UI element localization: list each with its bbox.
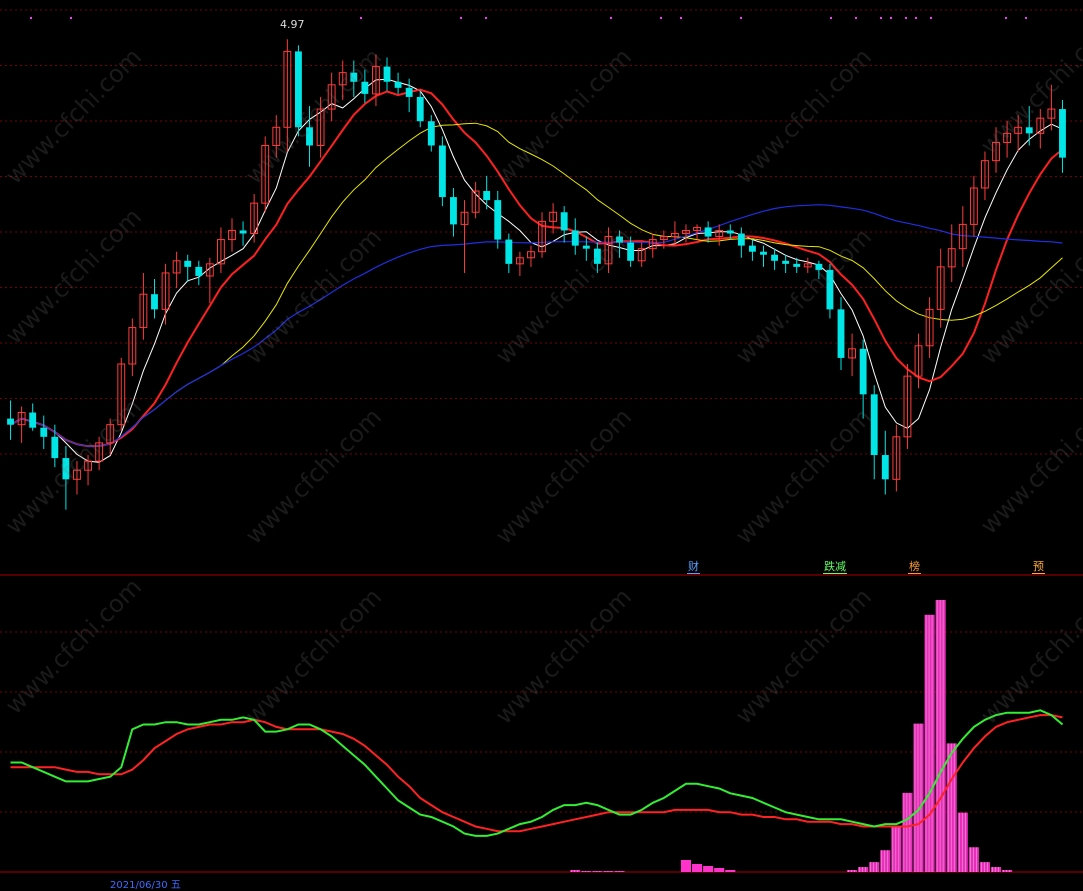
candle-body-down (7, 418, 14, 425)
candle-body-down (593, 248, 601, 264)
top-marker-dot (1005, 17, 1007, 19)
candle-body-down (294, 51, 302, 128)
event-tag-rank[interactable]: 榜 (908, 560, 921, 574)
indicator-small-bar (725, 870, 736, 872)
candle-body-down (826, 269, 834, 310)
candle-body-down (438, 145, 446, 198)
top-marker-dot (915, 17, 917, 19)
candle-body-down (737, 233, 745, 246)
top-marker-dot (930, 17, 932, 19)
candle-body-down (450, 197, 457, 225)
top-marker-dot (70, 17, 72, 19)
ma5-line (10, 78, 1063, 463)
top-marker-dot (830, 17, 832, 19)
candle-body-down (859, 348, 867, 395)
candle-body-down (748, 245, 756, 252)
candle-body-down (427, 121, 435, 146)
indicator-small-bar (692, 864, 703, 872)
candle-body-down (704, 227, 712, 237)
candle-body-down (483, 191, 491, 201)
candle-body-down (416, 96, 424, 122)
event-tag-fore[interactable]: 预 (1032, 560, 1045, 574)
top-marker-dot (30, 17, 32, 19)
candle-body-down (571, 230, 579, 246)
top-marker-dot (1025, 17, 1027, 19)
candle-body-down (793, 263, 801, 267)
candle-body-down (239, 230, 247, 234)
candle-body-down (306, 127, 313, 146)
event-tag-down[interactable]: 跌减 (823, 560, 847, 574)
candle-body-down (616, 236, 623, 243)
ma10-line (10, 88, 1064, 448)
candle-body-down (29, 412, 37, 428)
candle-body-down (51, 436, 59, 459)
top-marker-dot (485, 17, 487, 19)
candle-body-down (726, 230, 734, 234)
indicator-small-bar (714, 868, 725, 872)
candle-body-down (494, 200, 502, 240)
candle-body-down (881, 455, 889, 480)
candle-body-down (405, 87, 413, 97)
candle-body-down (184, 260, 192, 267)
candle-body-down (771, 254, 779, 261)
candle-body-down (383, 66, 391, 82)
candle-body-down (1025, 127, 1033, 134)
candle-body-down (350, 72, 358, 82)
ma60-line (10, 204, 1063, 447)
candle-body-down (62, 458, 70, 480)
candle-body-down (627, 242, 635, 261)
candle-body-down (151, 294, 158, 310)
top-marker-dot (855, 17, 857, 19)
stock-chart (0, 9, 1083, 873)
candle-body-down (582, 245, 590, 249)
candle-body-down (837, 309, 845, 358)
price-high-label: 4.97 (280, 18, 305, 31)
event-tag-fin[interactable]: 财 (687, 560, 700, 574)
candle-body-down (1059, 109, 1066, 158)
indicator-small-bar (703, 866, 714, 872)
candle-body-down (40, 427, 48, 437)
candle-body-down (195, 266, 203, 276)
candle-body-down (782, 260, 790, 264)
candle-body-down (394, 81, 402, 88)
top-marker-dot (680, 17, 682, 19)
top-marker-dot (460, 17, 462, 19)
top-marker-dot (610, 17, 612, 19)
candle-body-down (870, 394, 878, 456)
candle-body-down (361, 81, 369, 94)
top-marker-dot (740, 17, 742, 19)
candle-body-down (505, 239, 513, 264)
top-marker-dot (880, 17, 882, 19)
top-marker-dot (360, 17, 362, 19)
top-marker-dot (905, 17, 907, 19)
candle-body-down (815, 263, 823, 270)
top-marker-dot (660, 17, 662, 19)
indicator-small-bar (680, 860, 692, 872)
top-marker-dot (890, 17, 892, 19)
candle-body-down (760, 251, 767, 255)
candle-body-down (560, 212, 568, 231)
date-cursor-label: 2021/06/30 五 (110, 880, 181, 891)
